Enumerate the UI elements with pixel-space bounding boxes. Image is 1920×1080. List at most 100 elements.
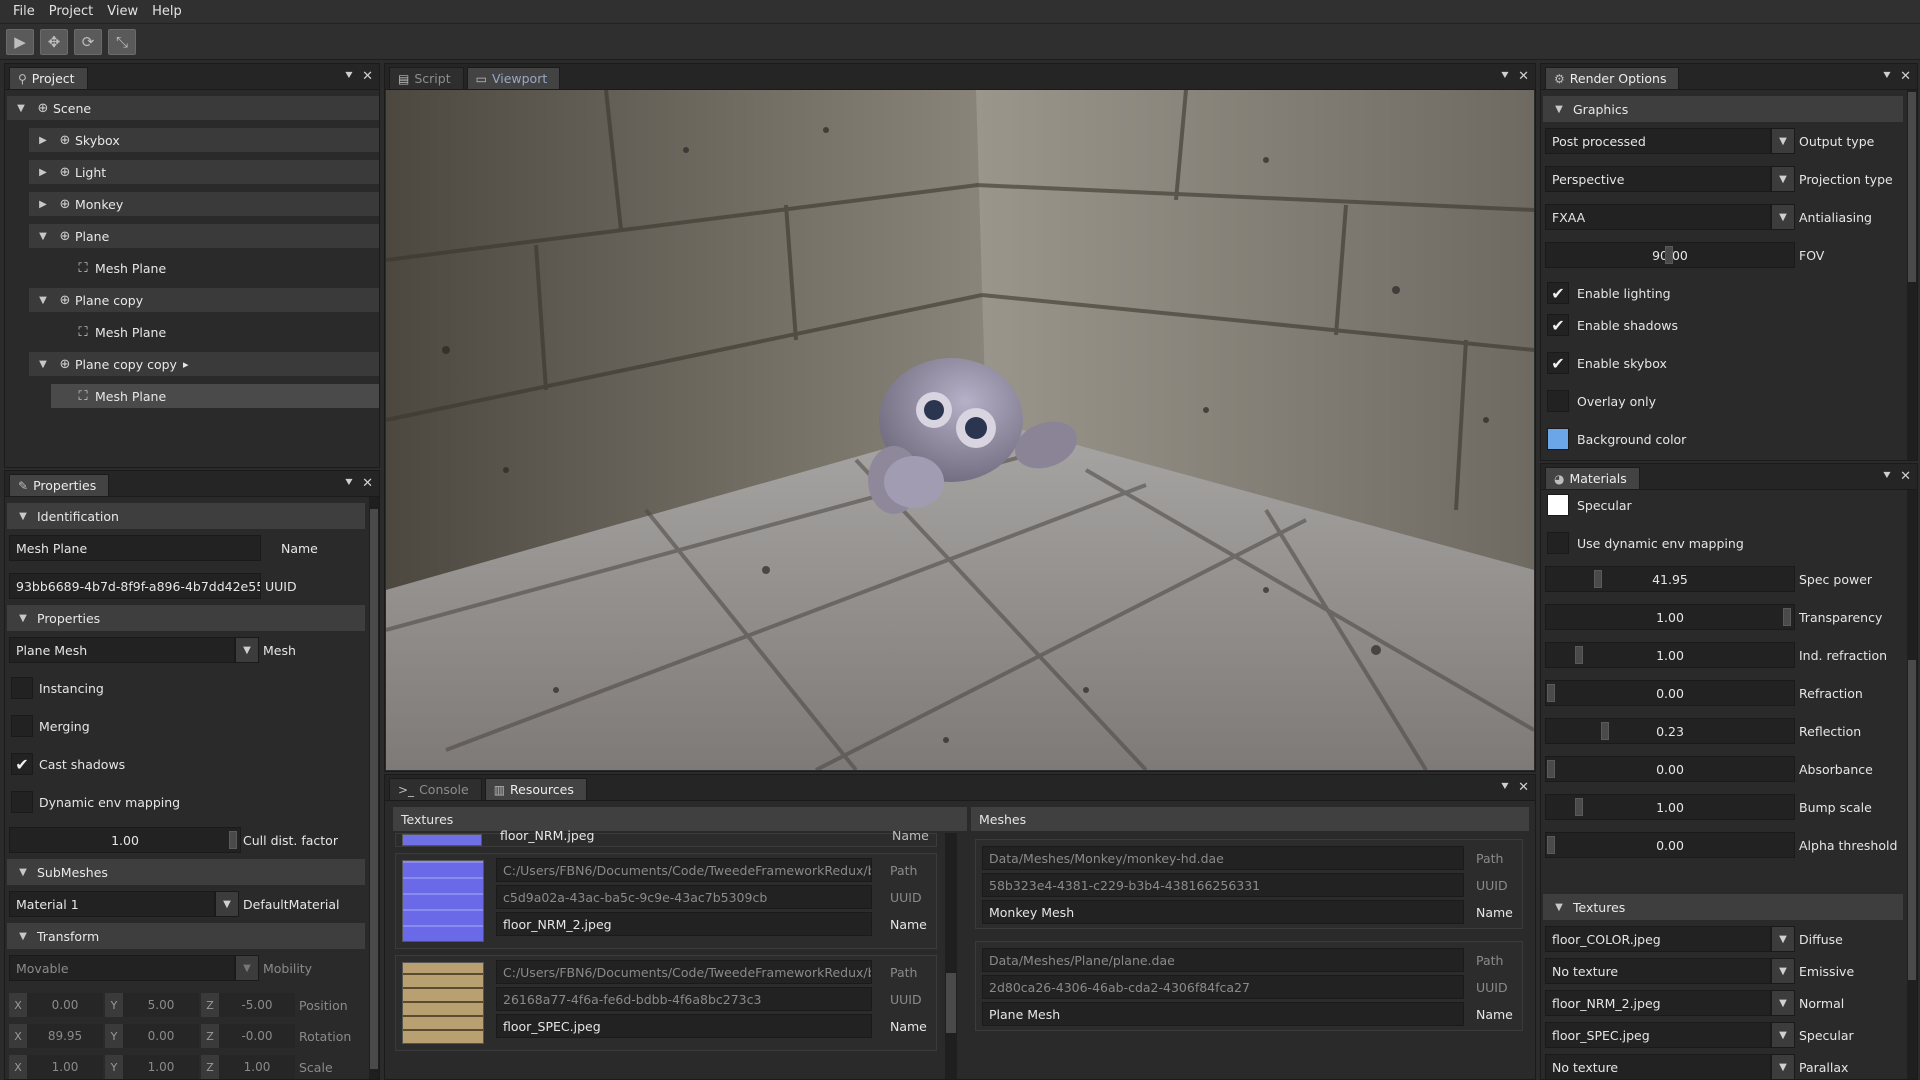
move-tool-button[interactable]: ✥ <box>40 28 68 55</box>
fov-slider-handle[interactable] <box>1665 246 1673 264</box>
absorbance-slider[interactable]: 0.00 <box>1545 756 1795 782</box>
materials-scrollbar[interactable] <box>1907 490 1917 1079</box>
scrollbar-thumb[interactable] <box>946 973 956 1033</box>
chevron-down-icon[interactable]: ▼ <box>235 955 259 981</box>
instancing-checkbox[interactable] <box>11 677 33 699</box>
tree-item-monkey[interactable]: ▶ ⊕ Monkey <box>29 192 379 216</box>
scale-x-field[interactable]: 1.00 <box>27 1055 103 1079</box>
mesh-uuid-field[interactable]: 2d80ca26-4306-46ab-cda2-4306f84fca27 <box>982 975 1464 999</box>
specular-texture-select[interactable]: floor_SPEC.jpeg <box>1545 1022 1771 1048</box>
mesh-path-field[interactable]: Data/Meshes/Plane/plane.dae <box>982 948 1464 972</box>
menu-view[interactable]: View <box>100 4 145 19</box>
position-z-field[interactable]: -5.00 <box>219 993 295 1017</box>
bump-scale-slider-handle[interactable] <box>1575 798 1584 816</box>
mesh-name-field[interactable]: Plane Mesh <box>982 1002 1464 1026</box>
tree-item-plane-copy[interactable]: ▼ ⊕ Plane copy <box>29 288 379 312</box>
chevron-down-icon[interactable]: ▼ <box>1771 926 1795 952</box>
spec-power-slider[interactable]: 41.95 <box>1545 566 1795 592</box>
reflection-slider-handle[interactable] <box>1601 722 1610 740</box>
tab-console[interactable]: >_ Console <box>389 778 482 800</box>
chevron-down-icon[interactable]: ▼ <box>1771 128 1795 154</box>
tree-item-mesh-plane-selected[interactable]: ⛶ Mesh Plane <box>51 384 379 408</box>
expand-arrow-icon[interactable]: ▼ <box>13 103 29 114</box>
chevron-down-icon[interactable]: ▼ <box>1771 990 1795 1016</box>
scale-tool-button[interactable]: ⤡ <box>108 28 136 55</box>
transparency-slider-handle[interactable] <box>1783 608 1791 626</box>
tab-render-options[interactable]: ⚙ Render Options <box>1545 67 1680 89</box>
emissive-texture-select[interactable]: No texture <box>1545 958 1771 984</box>
texture-card[interactable]: floor_NRM.jpeg Name <box>395 828 937 847</box>
section-properties[interactable]: ▼ Properties <box>7 605 365 631</box>
merging-checkbox[interactable] <box>11 715 33 737</box>
name-field[interactable]: Mesh Plane <box>9 535 261 561</box>
scene-viewport[interactable] <box>386 90 1534 770</box>
texture-uuid-field[interactable]: c5d9a02a-43ac-ba5c-9c9e-43ac7b5309cb <box>496 885 872 909</box>
render-options-scrollbar[interactable] <box>1907 90 1917 460</box>
specular-color-swatch[interactable] <box>1547 494 1569 516</box>
tab-resources[interactable]: ▥ Resources <box>484 778 587 800</box>
dynamic-env-mapping-checkbox[interactable] <box>1547 532 1569 554</box>
ind-refraction-slider-handle[interactable] <box>1575 646 1584 664</box>
texture-uuid-field[interactable]: 26168a77-4f6a-fe6d-bdbb-4f6a8bc273c3 <box>496 987 872 1011</box>
menu-project[interactable]: Project <box>42 4 100 19</box>
panel-menu-icon[interactable]: ⯆ <box>1500 69 1510 84</box>
mesh-card[interactable]: Data/Meshes/Plane/plane.dae Path 2d80ca2… <box>975 941 1523 1031</box>
tab-project[interactable]: ⚲ Project <box>9 67 88 89</box>
tab-script[interactable]: ▤ Script <box>389 67 464 89</box>
material-select[interactable]: Material 1 <box>9 891 215 917</box>
enable-skybox-checkbox[interactable]: ✔ <box>1547 352 1569 374</box>
chevron-down-icon[interactable]: ▼ <box>1771 166 1795 192</box>
section-identification[interactable]: ▼ Identification <box>7 503 365 529</box>
tab-materials[interactable]: ◕ Materials <box>1545 467 1640 489</box>
normal-texture-select[interactable]: floor_NRM_2.jpeg <box>1545 990 1771 1016</box>
mobility-select[interactable]: Movable <box>9 955 235 981</box>
texture-name-field[interactable]: floor_NRM_2.jpeg <box>496 912 872 936</box>
section-textures[interactable]: ▼ Textures <box>1543 894 1903 920</box>
overlay-only-checkbox[interactable] <box>1547 390 1569 412</box>
uuid-field[interactable]: 93bb6689-4b7d-8f9f-a896-4b7dd42e5552 <box>9 573 261 599</box>
tree-item-plane-copy-copy[interactable]: ▼ ⊕ Plane copy copy ▸ <box>29 352 379 376</box>
cull-dist-slider-handle[interactable] <box>229 831 237 849</box>
rotation-x-field[interactable]: 89.95 <box>27 1024 103 1048</box>
mesh-card[interactable]: Data/Meshes/Monkey/monkey-hd.dae Path 58… <box>975 839 1523 929</box>
close-icon[interactable]: ✕ <box>1900 69 1911 84</box>
projection-type-select[interactable]: Perspective <box>1545 166 1771 192</box>
close-icon[interactable]: ✕ <box>362 69 373 84</box>
mesh-path-field[interactable]: Data/Meshes/Monkey/monkey-hd.dae <box>982 846 1464 870</box>
texture-card[interactable]: C:/Users/FBN6/Documents/Code/TweedeFrame… <box>395 853 937 949</box>
scale-z-field[interactable]: 1.00 <box>219 1055 295 1079</box>
mesh-name-field[interactable]: Monkey Mesh <box>982 900 1464 924</box>
enable-lighting-checkbox[interactable]: ✔ <box>1547 282 1569 304</box>
section-transform[interactable]: ▼ Transform <box>7 923 365 949</box>
scrollbar-thumb[interactable] <box>370 509 378 1069</box>
texture-path-field[interactable]: C:/Users/FBN6/Documents/Code/TweedeFrame… <box>496 858 872 882</box>
mesh-select[interactable]: Plane Mesh <box>9 637 235 663</box>
alpha-threshold-slider-handle[interactable] <box>1547 836 1555 854</box>
rotation-y-field[interactable]: 0.00 <box>123 1024 199 1048</box>
collapse-arrow-icon[interactable]: ▶ <box>35 135 51 146</box>
cast-shadows-checkbox[interactable]: ✔ <box>11 753 33 775</box>
parallax-texture-select[interactable]: No texture <box>1545 1054 1771 1079</box>
antialiasing-select[interactable]: FXAA <box>1545 204 1771 230</box>
panel-menu-icon[interactable]: ⯆ <box>344 69 354 84</box>
chevron-down-icon[interactable]: ▼ <box>1771 1022 1795 1048</box>
chevron-down-icon[interactable]: ▼ <box>215 891 239 917</box>
panel-menu-icon[interactable]: ⯆ <box>1882 69 1892 84</box>
collapse-arrow-icon[interactable]: ▶ <box>35 167 51 178</box>
close-icon[interactable]: ✕ <box>1518 780 1529 795</box>
scale-y-field[interactable]: 1.00 <box>123 1055 199 1079</box>
tree-item-plane[interactable]: ▼ ⊕ Plane <box>29 224 379 248</box>
panel-menu-icon[interactable]: ⯆ <box>344 476 354 491</box>
chevron-down-icon[interactable]: ▼ <box>1771 958 1795 984</box>
chevron-down-icon[interactable]: ▼ <box>1771 1054 1795 1079</box>
enable-shadows-checkbox[interactable]: ✔ <box>1547 314 1569 336</box>
close-icon[interactable]: ✕ <box>1518 69 1529 84</box>
expand-arrow-icon[interactable]: ▼ <box>35 231 51 242</box>
texture-name-field[interactable]: floor_SPEC.jpeg <box>496 1014 872 1038</box>
scrollbar-thumb[interactable] <box>1908 660 1916 980</box>
textures-scrollbar[interactable] <box>945 833 957 1079</box>
menu-help[interactable]: Help <box>145 4 189 19</box>
refraction-slider-handle[interactable] <box>1547 684 1555 702</box>
position-y-field[interactable]: 5.00 <box>123 993 199 1017</box>
menu-file[interactable]: File <box>6 4 42 19</box>
